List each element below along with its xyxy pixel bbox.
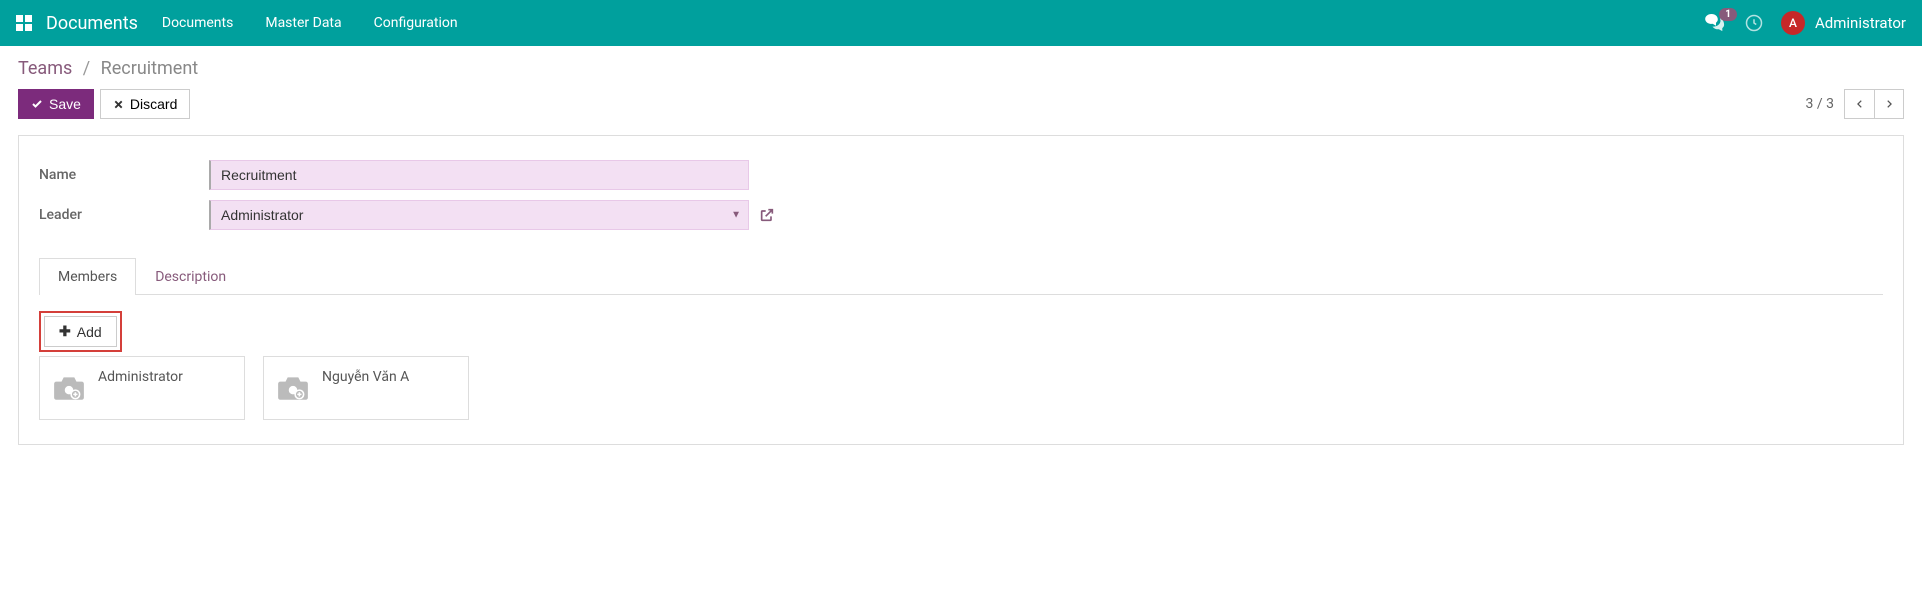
add-button-highlight: ✚ Add bbox=[39, 311, 122, 352]
external-link-icon bbox=[759, 207, 775, 223]
nav-link-documents[interactable]: Documents bbox=[162, 15, 233, 31]
member-cards: Administrator Nguyễn Văn A bbox=[39, 356, 1883, 420]
breadcrumb-separator: / bbox=[83, 58, 90, 79]
apps-icon[interactable] bbox=[16, 15, 32, 31]
breadcrumb-current: Recruitment bbox=[101, 58, 199, 79]
camera-placeholder-icon bbox=[276, 374, 310, 402]
member-card[interactable]: Administrator bbox=[39, 356, 245, 420]
external-link-button[interactable] bbox=[759, 207, 775, 223]
tabs: Members Description bbox=[39, 258, 1883, 295]
form-sheet: Name Leader ▼ Members Description bbox=[18, 135, 1904, 445]
save-button[interactable]: Save bbox=[18, 89, 94, 119]
plus-icon: ✚ bbox=[59, 323, 71, 340]
member-card[interactable]: Nguyễn Văn A bbox=[263, 356, 469, 420]
close-icon bbox=[113, 99, 124, 110]
user-menu[interactable]: A Administrator bbox=[1781, 11, 1906, 35]
camera-placeholder-icon bbox=[52, 374, 86, 402]
nav-link-configuration[interactable]: Configuration bbox=[374, 15, 458, 31]
add-member-button[interactable]: ✚ Add bbox=[44, 316, 117, 347]
notification-badge: 1 bbox=[1719, 8, 1737, 21]
member-name: Administrator bbox=[98, 369, 183, 385]
brand-title[interactable]: Documents bbox=[46, 13, 138, 34]
top-navbar: Documents Documents Master Data Configur… bbox=[0, 0, 1922, 46]
save-button-label: Save bbox=[49, 96, 81, 112]
pager-next-button[interactable] bbox=[1874, 89, 1904, 119]
breadcrumb: Teams / Recruitment bbox=[18, 58, 1904, 79]
check-icon bbox=[31, 98, 43, 110]
tab-description[interactable]: Description bbox=[136, 258, 245, 295]
name-label: Name bbox=[39, 167, 209, 183]
discard-button[interactable]: Discard bbox=[100, 89, 190, 119]
members-tab-content: ✚ Add Administrator Nguyễn Văn A bbox=[39, 295, 1883, 420]
nav-link-master-data[interactable]: Master Data bbox=[265, 15, 341, 31]
add-button-label: Add bbox=[77, 324, 102, 340]
clock-icon[interactable] bbox=[1745, 14, 1763, 32]
pager-prev-button[interactable] bbox=[1844, 89, 1874, 119]
breadcrumb-parent[interactable]: Teams bbox=[18, 58, 72, 79]
leader-input[interactable] bbox=[209, 200, 749, 230]
pager: 3 / 3 bbox=[1806, 89, 1904, 119]
user-avatar: A bbox=[1781, 11, 1805, 35]
tab-members[interactable]: Members bbox=[39, 258, 136, 295]
pager-text: 3 / 3 bbox=[1806, 96, 1834, 112]
member-name: Nguyễn Văn A bbox=[322, 369, 409, 385]
discard-button-label: Discard bbox=[130, 96, 177, 112]
name-input[interactable] bbox=[209, 160, 749, 190]
nav-links: Documents Master Data Configuration bbox=[162, 15, 458, 31]
chevron-right-icon bbox=[1884, 97, 1894, 111]
leader-label: Leader bbox=[39, 207, 209, 223]
chevron-left-icon bbox=[1855, 97, 1865, 111]
messages-button[interactable]: 1 bbox=[1705, 14, 1727, 32]
username-label: Administrator bbox=[1815, 14, 1906, 32]
action-bar: Save Discard 3 / 3 bbox=[18, 89, 1904, 119]
